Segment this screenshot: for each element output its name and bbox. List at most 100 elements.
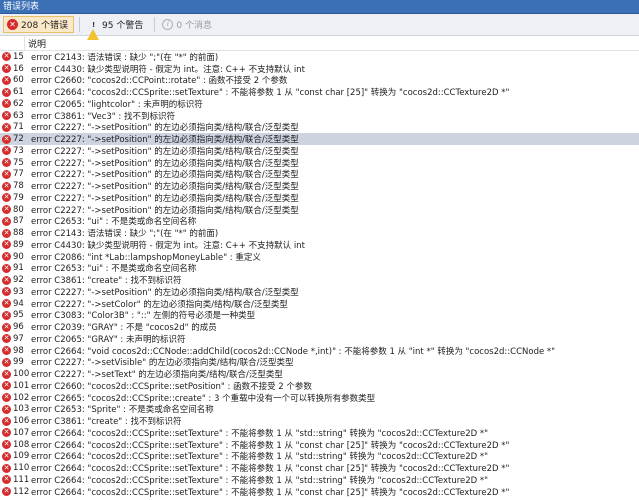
error-row[interactable]: ✕ 93 error C2227: "->setPosition" 的左边必须指向类… [0, 286, 639, 298]
error-row-message: error C2086: "int *Lab::lampshopMoneyLab… [31, 252, 261, 263]
error-row-number: 80 [13, 204, 24, 215]
error-row[interactable]: ✕ 80 error C2227: "->setPosition" 的左边必须指向类… [0, 204, 639, 216]
error-row[interactable]: ✕ 63 error C3861: "Vec3" : 找不到标识符 [0, 110, 639, 122]
error-row-message: error C2653: "ui" : 不是类或命名空间名称 [31, 264, 197, 275]
error-icon: ✕ [2, 393, 11, 403]
error-row-message: error C2653: "Sprite" : 不是类或命名空间名称 [31, 405, 214, 416]
messages-filter-toggle[interactable]: i 0 个消息 [158, 16, 218, 33]
error-row[interactable]: ✕ 101 error C2660: "cocos2d::CCSprite::set… [0, 380, 639, 392]
error-row[interactable]: ✕ 73 error C2227: "->setPosition" 的左边必须指向类… [0, 145, 639, 157]
icon-column-header[interactable] [0, 36, 25, 50]
error-row[interactable]: ✕ 15 error C2143: 语法错误 : 缺少 ";"(在 "*" 的前面) [0, 51, 639, 63]
error-row-message: error C2143: 语法错误 : 缺少 ";"(在 "*" 的前面) [31, 229, 219, 239]
error-row[interactable]: ✕ 102 error C2665: "cocos2d::CCSprite::cre… [0, 392, 639, 404]
error-row-number: 88 [13, 228, 24, 239]
error-row-number: 95 [13, 310, 24, 321]
error-icon: ✕ [2, 158, 11, 168]
error-row[interactable]: ✕ 61 error C2664: "cocos2d::CCSprite::setT… [0, 86, 639, 98]
error-icon: ✕ [2, 169, 11, 179]
error-icon: ✕ [2, 134, 11, 144]
error-row-number: 110 [13, 463, 30, 474]
error-row[interactable]: ✕ 111 error C2664: "cocos2d::CCSprite::set… [0, 474, 639, 486]
error-row-number: 79 [13, 192, 24, 203]
error-row[interactable]: ✕ 110 error C2664: "cocos2d::CCSprite::set… [0, 462, 639, 474]
error-row-message: error C2227: "->setVisible" 的左边必须指向类/结构/… [31, 358, 294, 369]
error-icon: ✕ [2, 111, 11, 121]
error-row-message: error C2664: "cocos2d::CCSprite::setText… [31, 440, 510, 451]
error-icon: ✕ [2, 475, 11, 485]
error-row[interactable]: ✕ 77 error C2227: "->setPosition" 的左边必须指向类… [0, 169, 639, 181]
warning-icon: ! [87, 19, 100, 40]
error-icon: ✕ [2, 440, 11, 450]
error-icon: ✕ [7, 19, 18, 30]
error-row-number: 62 [13, 98, 24, 109]
errors-filter-toggle[interactable]: ✕ 208 个错误 [3, 16, 75, 33]
error-row[interactable]: ✕ 92 error C3861: "create" : 找不到标识符 [0, 274, 639, 286]
error-icon: ✕ [2, 52, 11, 62]
error-icon: ✕ [2, 193, 11, 203]
error-row[interactable]: ✕ 60 error C2660: "cocos2d::CCPoint::rotat… [0, 75, 639, 87]
error-row-number: 101 [13, 380, 30, 391]
error-icon: ✕ [2, 146, 11, 156]
error-row[interactable]: ✕ 107 error C2664: "cocos2d::CCSprite::set… [0, 427, 639, 439]
warnings-filter-label: 95 个警告 [102, 21, 144, 31]
error-row[interactable]: ✕ 87 error C2653: "ui" : 不是类或命名空间名称 [0, 216, 639, 227]
error-row-number: 90 [13, 251, 24, 262]
error-row-message: error C2664: "cocos2d::CCSprite::setText… [31, 452, 489, 463]
error-icon: ✕ [2, 275, 11, 285]
error-row-message: error C2664: "cocos2d::CCSprite::setText… [31, 88, 510, 98]
error-row[interactable]: ✕ 75 error C2227: "->setPosition" 的左边必须指向类… [0, 157, 639, 169]
error-row[interactable]: ✕ 90 error C2086: "int *Lab::lampshopMoney… [0, 251, 639, 263]
error-row[interactable]: ✕ 16 error C4430: 缺少类型说明符 - 假定为 int。注意: C+… [0, 63, 639, 75]
error-row-number: 112 [13, 486, 30, 497]
error-row[interactable]: ✕ 99 error C2227: "->setVisible" 的左边必须指向类/… [0, 357, 639, 369]
toolbar-separator [79, 17, 81, 32]
error-row[interactable]: ✕ 78 error C2227: "->setPosition" 的左边必须指向类… [0, 180, 639, 192]
warnings-filter-toggle[interactable]: ! 95 个警告 [83, 16, 149, 40]
error-row-message: error C2227: "->setPosition" 的左边必须指向类/结构… [31, 170, 299, 181]
error-row-message: error C2227: "->setColor" 的左边必须指向类/结构/联合… [31, 299, 288, 310]
error-row[interactable]: ✕ 89 error C4430: 缺少类型说明符 - 假定为 int。注意: C+… [0, 239, 639, 251]
error-row[interactable]: ✕ 71 error C2227: "->setPosition" 的左边必须指向类… [0, 122, 639, 133]
error-row-message: error C2065: "GRAY" : 未声明的标识符 [31, 334, 186, 345]
error-row[interactable]: ✕ 100 error C2227: "->setText" 的左边必须指向类/结构… [0, 368, 639, 380]
error-row-message: error C2227: "->setPosition" 的左边必须指向类/结构… [31, 193, 299, 204]
error-icon: ✕ [2, 310, 11, 320]
error-row-number: 60 [13, 75, 24, 86]
error-icon: ✕ [2, 122, 11, 132]
error-row-message: error C3861: "create" : 找不到标识符 [31, 276, 182, 286]
error-row[interactable]: ✕ 108 error C2664: "cocos2d::CCSprite::set… [0, 439, 639, 451]
error-row[interactable]: ✕ 72 error C2227: "->setPosition" 的左边必须指向类… [0, 133, 639, 145]
error-row-message: error C2660: "cocos2d::CCPoint::rotate" … [31, 76, 288, 87]
error-row[interactable]: ✕ 62 error C2065: "lightcolor" : 未声明的标识符 [0, 98, 639, 110]
error-row-message: error C2660: "cocos2d::CCSprite::setPosi… [31, 381, 312, 392]
error-row-number: 75 [13, 157, 24, 168]
error-row[interactable]: ✕ 91 error C2653: "ui" : 不是类或命名空间名称 [0, 263, 639, 275]
error-row[interactable]: ✕ 95 error C3083: "Color3B" : "::" 左侧的符号必须… [0, 310, 639, 321]
error-row[interactable]: ✕ 97 error C2065: "GRAY" : 未声明的标识符 [0, 333, 639, 345]
error-icon: ✕ [2, 357, 11, 367]
error-row[interactable]: ✕ 103 error C2653: "Sprite" : 不是类或命名空间名称 [0, 404, 639, 416]
error-row-message: error C2665: "cocos2d::CCSprite::create"… [31, 393, 376, 404]
error-row-number: 99 [13, 357, 24, 368]
error-row-message: error C2065: "lightcolor" : 未声明的标识符 [31, 99, 203, 110]
error-row-message: error C3861: "create" : 找不到标识符 [31, 417, 182, 427]
error-row[interactable]: ✕ 112 error C2664: "cocos2d::CCSprite::set… [0, 486, 639, 498]
error-row[interactable]: ✕ 96 error C2039: "GRAY" : 不是 "cocos2d" 的成… [0, 321, 639, 333]
error-row[interactable]: ✕ 88 error C2143: 语法错误 : 缺少 ";"(在 "*" 的前面) [0, 227, 639, 239]
error-row[interactable]: ✕ 109 error C2664: "cocos2d::CCSprite::set… [0, 451, 639, 463]
error-row[interactable]: ✕ 79 error C2227: "->setPosition" 的左边必须指向类… [0, 192, 639, 204]
error-icon: ✕ [2, 181, 11, 191]
error-row[interactable]: ✕ 106 error C3861: "create" : 找不到标识符 [0, 415, 639, 427]
error-row-number: 93 [13, 286, 24, 297]
error-row[interactable]: ✕ 94 error C2227: "->setColor" 的左边必须指向类/结构… [0, 298, 639, 310]
error-icon: ✕ [2, 416, 11, 426]
error-row-message: error C2664: "cocos2d::CCSprite::setText… [31, 464, 510, 474]
error-row-message: error C2227: "->setText" 的左边必须指向类/结构/联合/… [31, 370, 283, 380]
error-row[interactable]: ✕ 98 error C2664: "void cocos2d::CCNode::a… [0, 345, 639, 357]
error-row-number: 91 [13, 263, 24, 274]
window-title: 错误列表 [3, 2, 40, 12]
error-row-number: 73 [13, 145, 24, 156]
description-column-header[interactable]: 说明 [25, 37, 46, 50]
error-icon: ✕ [2, 99, 11, 109]
